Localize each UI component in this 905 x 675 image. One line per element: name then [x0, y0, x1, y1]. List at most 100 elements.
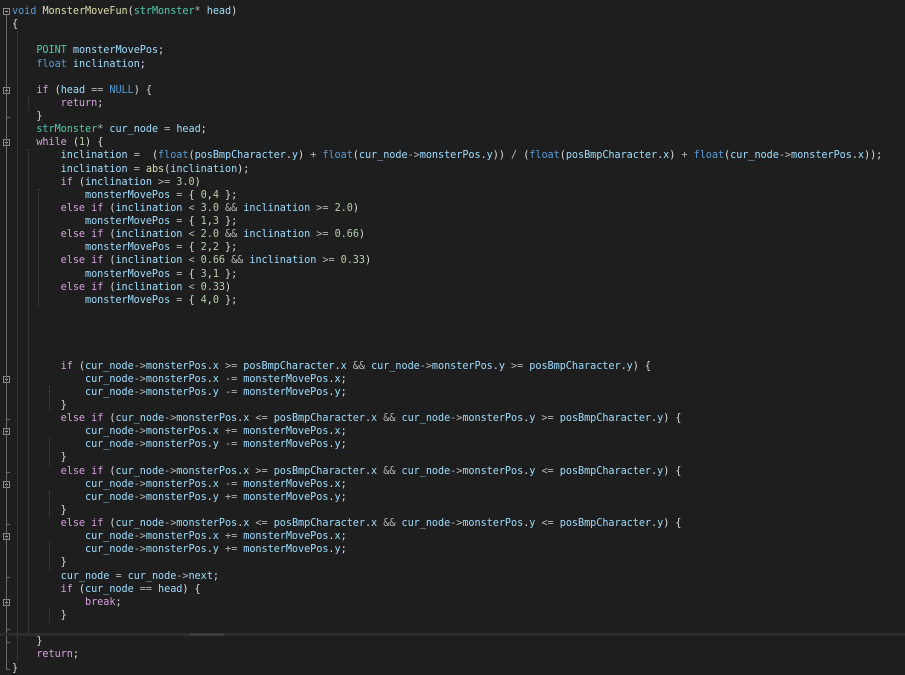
- code-token: else: [60, 202, 86, 214]
- code-line[interactable]: }: [12, 609, 67, 622]
- code-line[interactable]: cur_node->monsterPos.x -= monsterMovePos…: [12, 373, 347, 386]
- code-token: POINT: [36, 45, 67, 57]
- indent-guide: [38, 188, 40, 307]
- code-token: );: [237, 163, 250, 175]
- code-token: ): [231, 6, 238, 17]
- code-token: monsterMovePos: [243, 478, 329, 490]
- code-token: ->: [778, 150, 791, 162]
- code-token: };: [218, 294, 238, 306]
- code-line[interactable]: cur_node->monsterPos.x += monsterMovePos…: [12, 530, 347, 543]
- code-token: >=: [316, 202, 329, 214]
- code-line[interactable]: float inclination;: [12, 58, 146, 71]
- code-token: monsterPos: [462, 465, 524, 477]
- code-line[interactable]: cur_node->monsterPos.x -= monsterMovePos…: [12, 478, 347, 491]
- code-line[interactable]: if (head == NULL) {: [12, 84, 152, 97]
- code-line[interactable]: void MonsterMoveFun(strMonster* head): [12, 5, 237, 18]
- code-line[interactable]: monsterMovePos = { 4,0 };: [12, 294, 237, 307]
- code-line[interactable]: if (cur_node->monsterPos.x >= posBmpChar…: [12, 360, 651, 373]
- code-token: (: [103, 281, 116, 293]
- fold-range-line: [6, 93, 7, 118]
- code-token: {: [12, 19, 19, 31]
- code-token: if: [60, 360, 73, 372]
- code-token: inclination: [243, 202, 311, 214]
- code-line[interactable]: else if (inclination < 3.0 && inclinatio…: [12, 202, 359, 215]
- code-line[interactable]: }: [12, 662, 18, 675]
- code-line[interactable]: if (inclination >= 3.0): [12, 176, 201, 189]
- code-token: ): [225, 281, 232, 293]
- code-line[interactable]: else if (cur_node->monsterPos.x <= posBm…: [12, 517, 682, 530]
- code-token: inclination: [72, 58, 140, 70]
- code-token: return: [60, 97, 98, 109]
- collapse-icon[interactable]: [3, 8, 10, 15]
- code-token: ): [669, 150, 682, 162]
- code-token: strMonster: [133, 6, 195, 17]
- code-line[interactable]: return;: [12, 648, 79, 661]
- code-line[interactable]: }: [12, 504, 67, 517]
- code-token: while: [36, 137, 67, 149]
- code-line[interactable]: strMonster* cur_node = head;: [12, 123, 207, 136]
- code-line[interactable]: monsterMovePos = { 2,2 };: [12, 241, 237, 254]
- code-token: inclination: [115, 202, 183, 214]
- code-token: &&: [383, 465, 396, 477]
- code-line[interactable]: cur_node->monsterPos.y -= monsterMovePos…: [12, 438, 347, 451]
- code-line[interactable]: inclination = abs(inclination);: [12, 163, 250, 176]
- code-line[interactable]: inclination = (float(posBmpCharacter.y) …: [12, 149, 883, 162]
- code-editor[interactable]: void MonsterMoveFun(strMonster* head){ P…: [0, 0, 905, 674]
- code-token: if: [60, 583, 73, 595]
- code-line[interactable]: else if (inclination < 0.66 && inclinati…: [12, 254, 371, 267]
- code-token: ;: [200, 124, 207, 136]
- code-line[interactable]: {: [12, 18, 18, 31]
- code-line[interactable]: monsterMovePos = { 0,4 };: [12, 189, 237, 202]
- code-line[interactable]: }: [12, 556, 67, 569]
- code-token: float: [322, 150, 353, 162]
- code-token: 0.33: [340, 255, 365, 267]
- code-token: head: [176, 124, 201, 136]
- code-token: monsterMovePos: [85, 294, 171, 306]
- code-line[interactable]: if (cur_node == head) {: [12, 583, 201, 596]
- code-line[interactable]: cur_node = cur_node->next;: [12, 570, 219, 583]
- code-line[interactable]: monsterMovePos = { 1,3 };: [12, 215, 237, 228]
- code-token: inclination: [249, 255, 317, 267]
- code-line[interactable]: cur_node->monsterPos.y += monsterMovePos…: [12, 543, 347, 556]
- code-line[interactable]: else if (cur_node->monsterPos.x >= posBm…: [12, 465, 682, 478]
- code-line[interactable]: }: [12, 399, 67, 412]
- code-token: {: [182, 294, 201, 306]
- code-token: else: [60, 465, 86, 477]
- code-token: posBmpCharacter: [559, 465, 651, 477]
- code-line[interactable]: POINT monsterMovePos;: [12, 44, 164, 57]
- code-line[interactable]: }: [12, 451, 67, 464]
- fold-range-end: [6, 471, 10, 473]
- code-token: cur_node: [109, 124, 159, 136]
- code-token: -=: [224, 478, 238, 490]
- code-line[interactable]: monsterMovePos = { 3,1 };: [12, 268, 237, 281]
- code-token: (: [103, 202, 116, 214]
- code-line[interactable]: else if (inclination < 0.33): [12, 281, 231, 294]
- code-line[interactable]: else if (inclination < 2.0 && inclinatio…: [12, 228, 365, 241]
- code-token: }: [12, 399, 67, 411]
- code-token: monsterMovePos: [85, 242, 171, 254]
- code-token: &&: [225, 202, 238, 214]
- code-token: &&: [225, 229, 238, 241]
- code-line[interactable]: cur_node->monsterPos.x += monsterMovePos…: [12, 425, 347, 438]
- code-line[interactable]: else if (cur_node->monsterPos.x <= posBm…: [12, 412, 682, 425]
- code-line[interactable]: cur_node->monsterPos.y -= monsterMovePos…: [12, 386, 347, 399]
- code-token: cur_node: [115, 518, 165, 530]
- code-token: 3.0: [200, 202, 219, 214]
- code-line[interactable]: cur_node->monsterPos.y += monsterMovePos…: [12, 491, 347, 504]
- code-token: ->: [176, 570, 189, 582]
- code-token: ->: [407, 150, 420, 162]
- code-line[interactable]: return;: [12, 97, 104, 110]
- code-token: if: [91, 465, 104, 477]
- code-token: 0.33: [200, 281, 225, 293]
- code-token: inclination: [60, 163, 128, 175]
- code-token: if: [91, 518, 104, 530]
- code-line[interactable]: while (1) {: [12, 136, 103, 149]
- code-token: float: [693, 150, 725, 162]
- code-token: posBmpCharacter: [559, 413, 651, 425]
